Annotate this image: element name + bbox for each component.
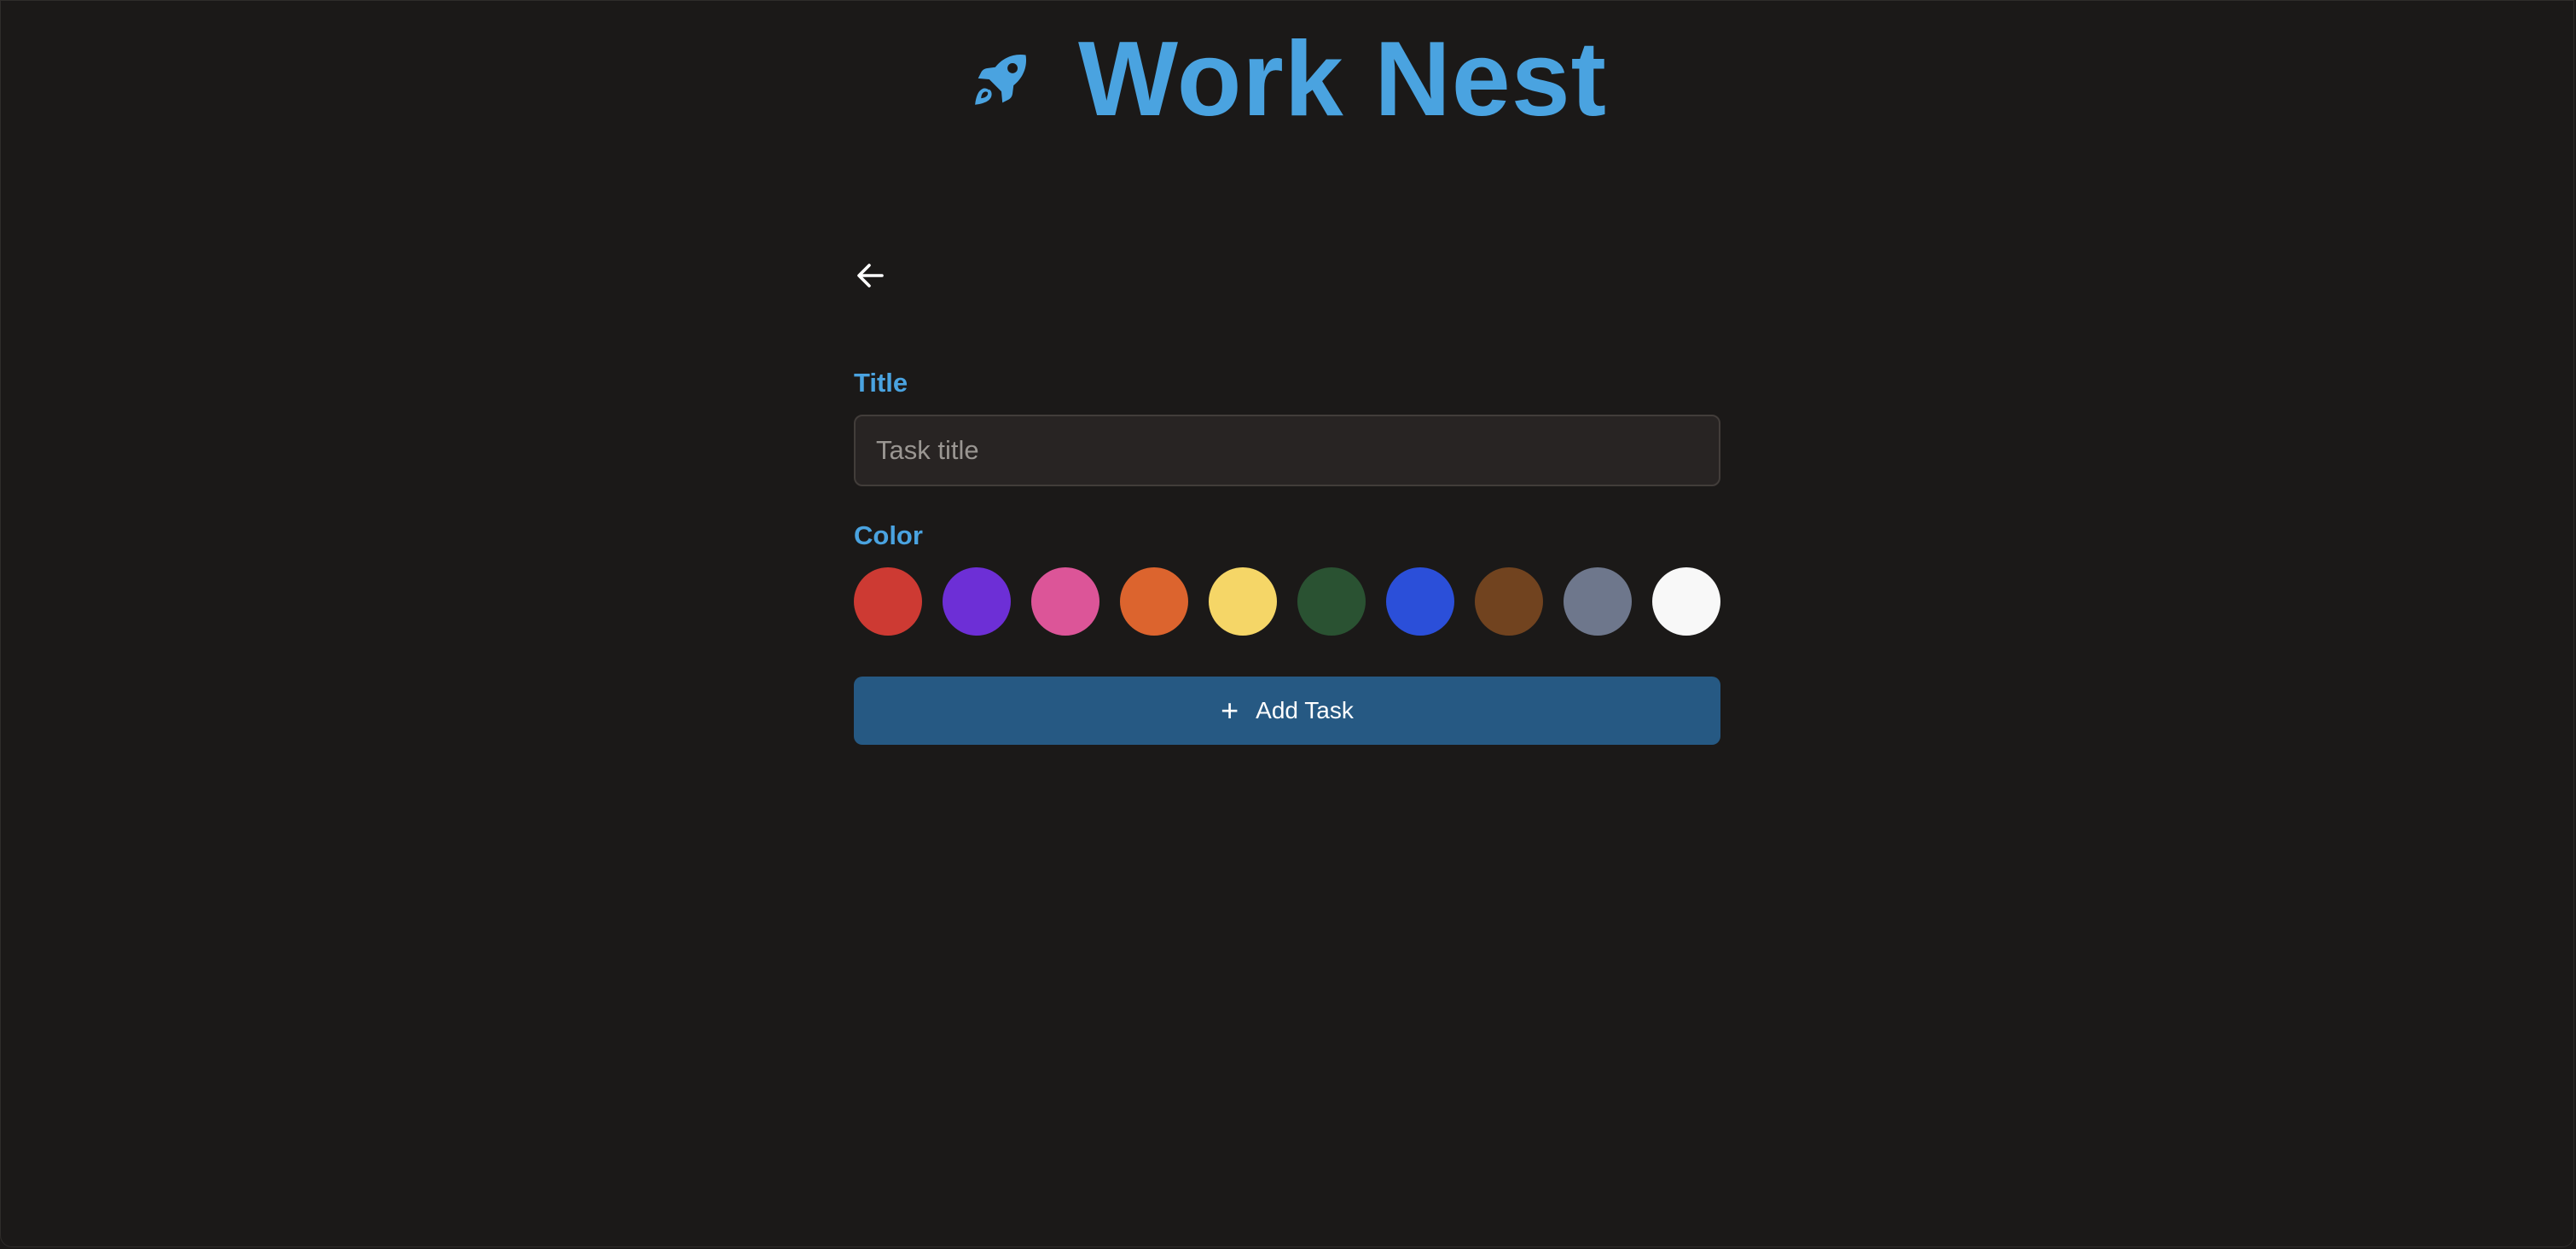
color-swatch-dark-green[interactable] — [1297, 567, 1366, 636]
color-swatch-blue[interactable] — [1386, 567, 1454, 636]
app-header: Work Nest — [1, 26, 2573, 132]
color-swatch-white[interactable] — [1652, 567, 1720, 636]
add-task-label: Add Task — [1256, 697, 1354, 723]
title-label: Title — [854, 368, 908, 398]
color-swatch-slate[interactable] — [1564, 567, 1632, 636]
arrow-left-icon — [857, 264, 884, 288]
task-title-input[interactable] — [854, 415, 1720, 486]
color-swatch-purple[interactable] — [943, 567, 1011, 636]
color-swatch-red[interactable] — [854, 567, 922, 636]
color-swatch-brown[interactable] — [1475, 567, 1543, 636]
app-title: Work Nest — [1078, 20, 1607, 138]
app-window: Work Nest Title Color + Add Task — [0, 0, 2574, 1247]
add-task-form: Title Color + Add Task — [854, 257, 1720, 745]
color-picker — [854, 567, 1720, 636]
rocket-icon — [967, 45, 1036, 113]
color-swatch-pink[interactable] — [1031, 567, 1099, 636]
add-task-button[interactable]: + Add Task — [854, 677, 1720, 745]
color-swatch-orange[interactable] — [1120, 567, 1188, 636]
back-button[interactable] — [852, 257, 890, 294]
color-label: Color — [854, 520, 923, 550]
plus-icon: + — [1221, 693, 1239, 728]
color-swatch-yellow[interactable] — [1209, 567, 1277, 636]
